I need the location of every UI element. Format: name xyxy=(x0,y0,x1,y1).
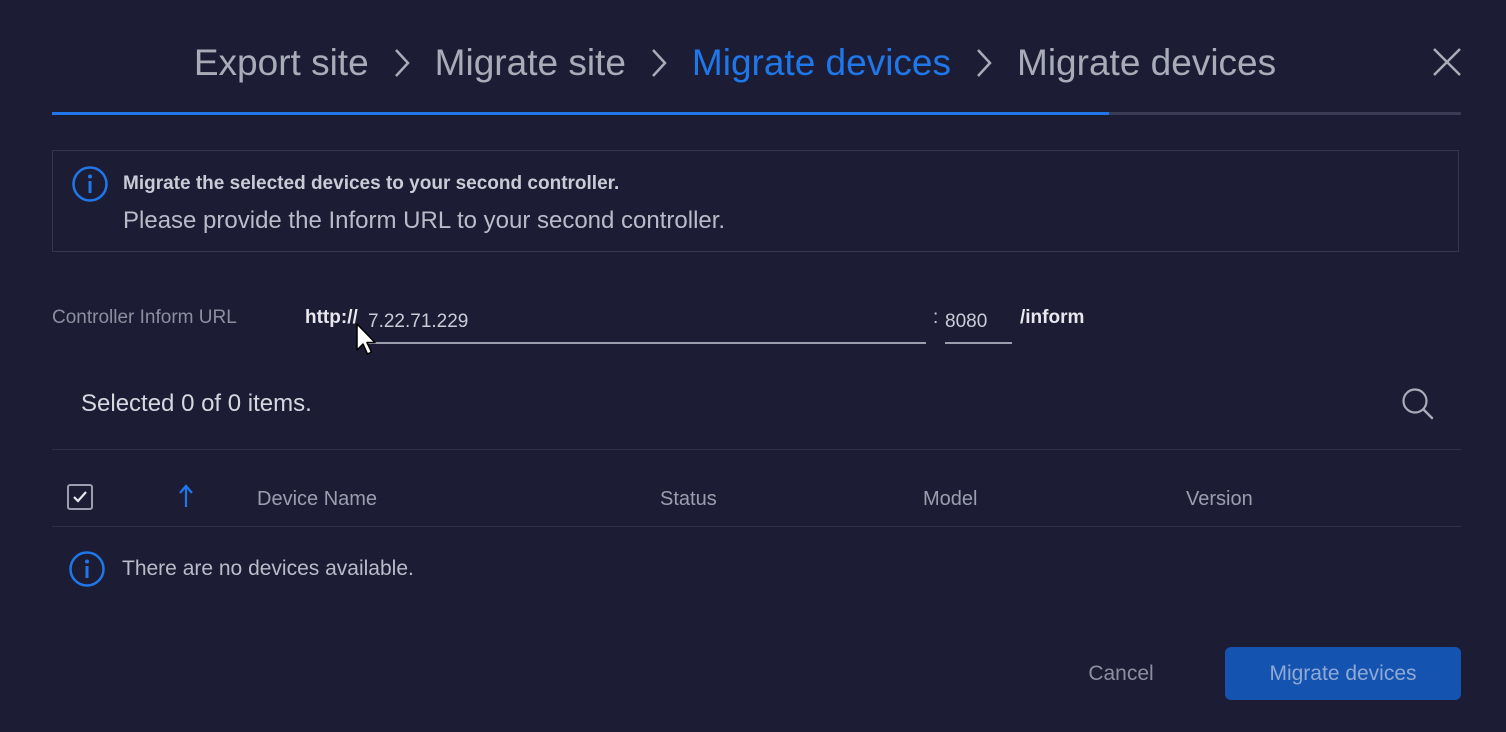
table-header: Device Name Status Model Version xyxy=(52,474,1461,527)
wizard-progress-bar xyxy=(52,112,1461,115)
url-path: /inform xyxy=(1020,307,1085,328)
column-device-name[interactable]: Device Name xyxy=(257,488,377,511)
info-text: Please provide the Inform URL to your se… xyxy=(123,207,726,234)
divider xyxy=(52,449,1461,450)
sort-arrow-up-icon[interactable] xyxy=(177,482,195,515)
step-migrate-devices-current[interactable]: Migrate devices xyxy=(690,42,953,84)
chevron-right-icon xyxy=(650,47,668,79)
info-icon xyxy=(68,550,106,593)
chevron-right-icon xyxy=(393,47,411,79)
column-status[interactable]: Status xyxy=(660,488,717,511)
url-port-separator: : xyxy=(933,307,939,328)
inform-url-host-input[interactable] xyxy=(368,302,926,344)
step-migrate-site[interactable]: Migrate site xyxy=(433,42,628,84)
info-icon xyxy=(71,165,109,208)
close-icon[interactable] xyxy=(1430,45,1464,79)
inform-url-label: Controller Inform URL xyxy=(52,307,237,328)
cancel-button[interactable]: Cancel xyxy=(1070,648,1172,700)
info-title: Migrate the selected devices to your sec… xyxy=(123,173,620,194)
search-icon[interactable] xyxy=(1400,386,1436,427)
step-export-site[interactable]: Export site xyxy=(192,42,371,84)
wizard-progress-fill xyxy=(52,112,1109,115)
wizard-steps: Export site Migrate site Migrate devices… xyxy=(0,38,1470,88)
info-banner: Migrate the selected devices to your sec… xyxy=(52,150,1459,252)
mouse-cursor-icon xyxy=(355,323,377,362)
step-migrate-devices-final[interactable]: Migrate devices xyxy=(1015,42,1278,84)
empty-state-text: There are no devices available. xyxy=(122,557,414,580)
selection-count: Selected 0 of 0 items. xyxy=(81,390,312,417)
url-protocol: http:// xyxy=(305,307,358,328)
column-model[interactable]: Model xyxy=(923,488,977,511)
column-version[interactable]: Version xyxy=(1186,488,1253,511)
select-all-checkbox[interactable] xyxy=(67,484,93,510)
checkmark-icon xyxy=(73,491,87,503)
chevron-right-icon xyxy=(975,47,993,79)
migrate-devices-button[interactable]: Migrate devices xyxy=(1225,647,1461,700)
inform-url-port-input[interactable] xyxy=(945,302,1012,344)
